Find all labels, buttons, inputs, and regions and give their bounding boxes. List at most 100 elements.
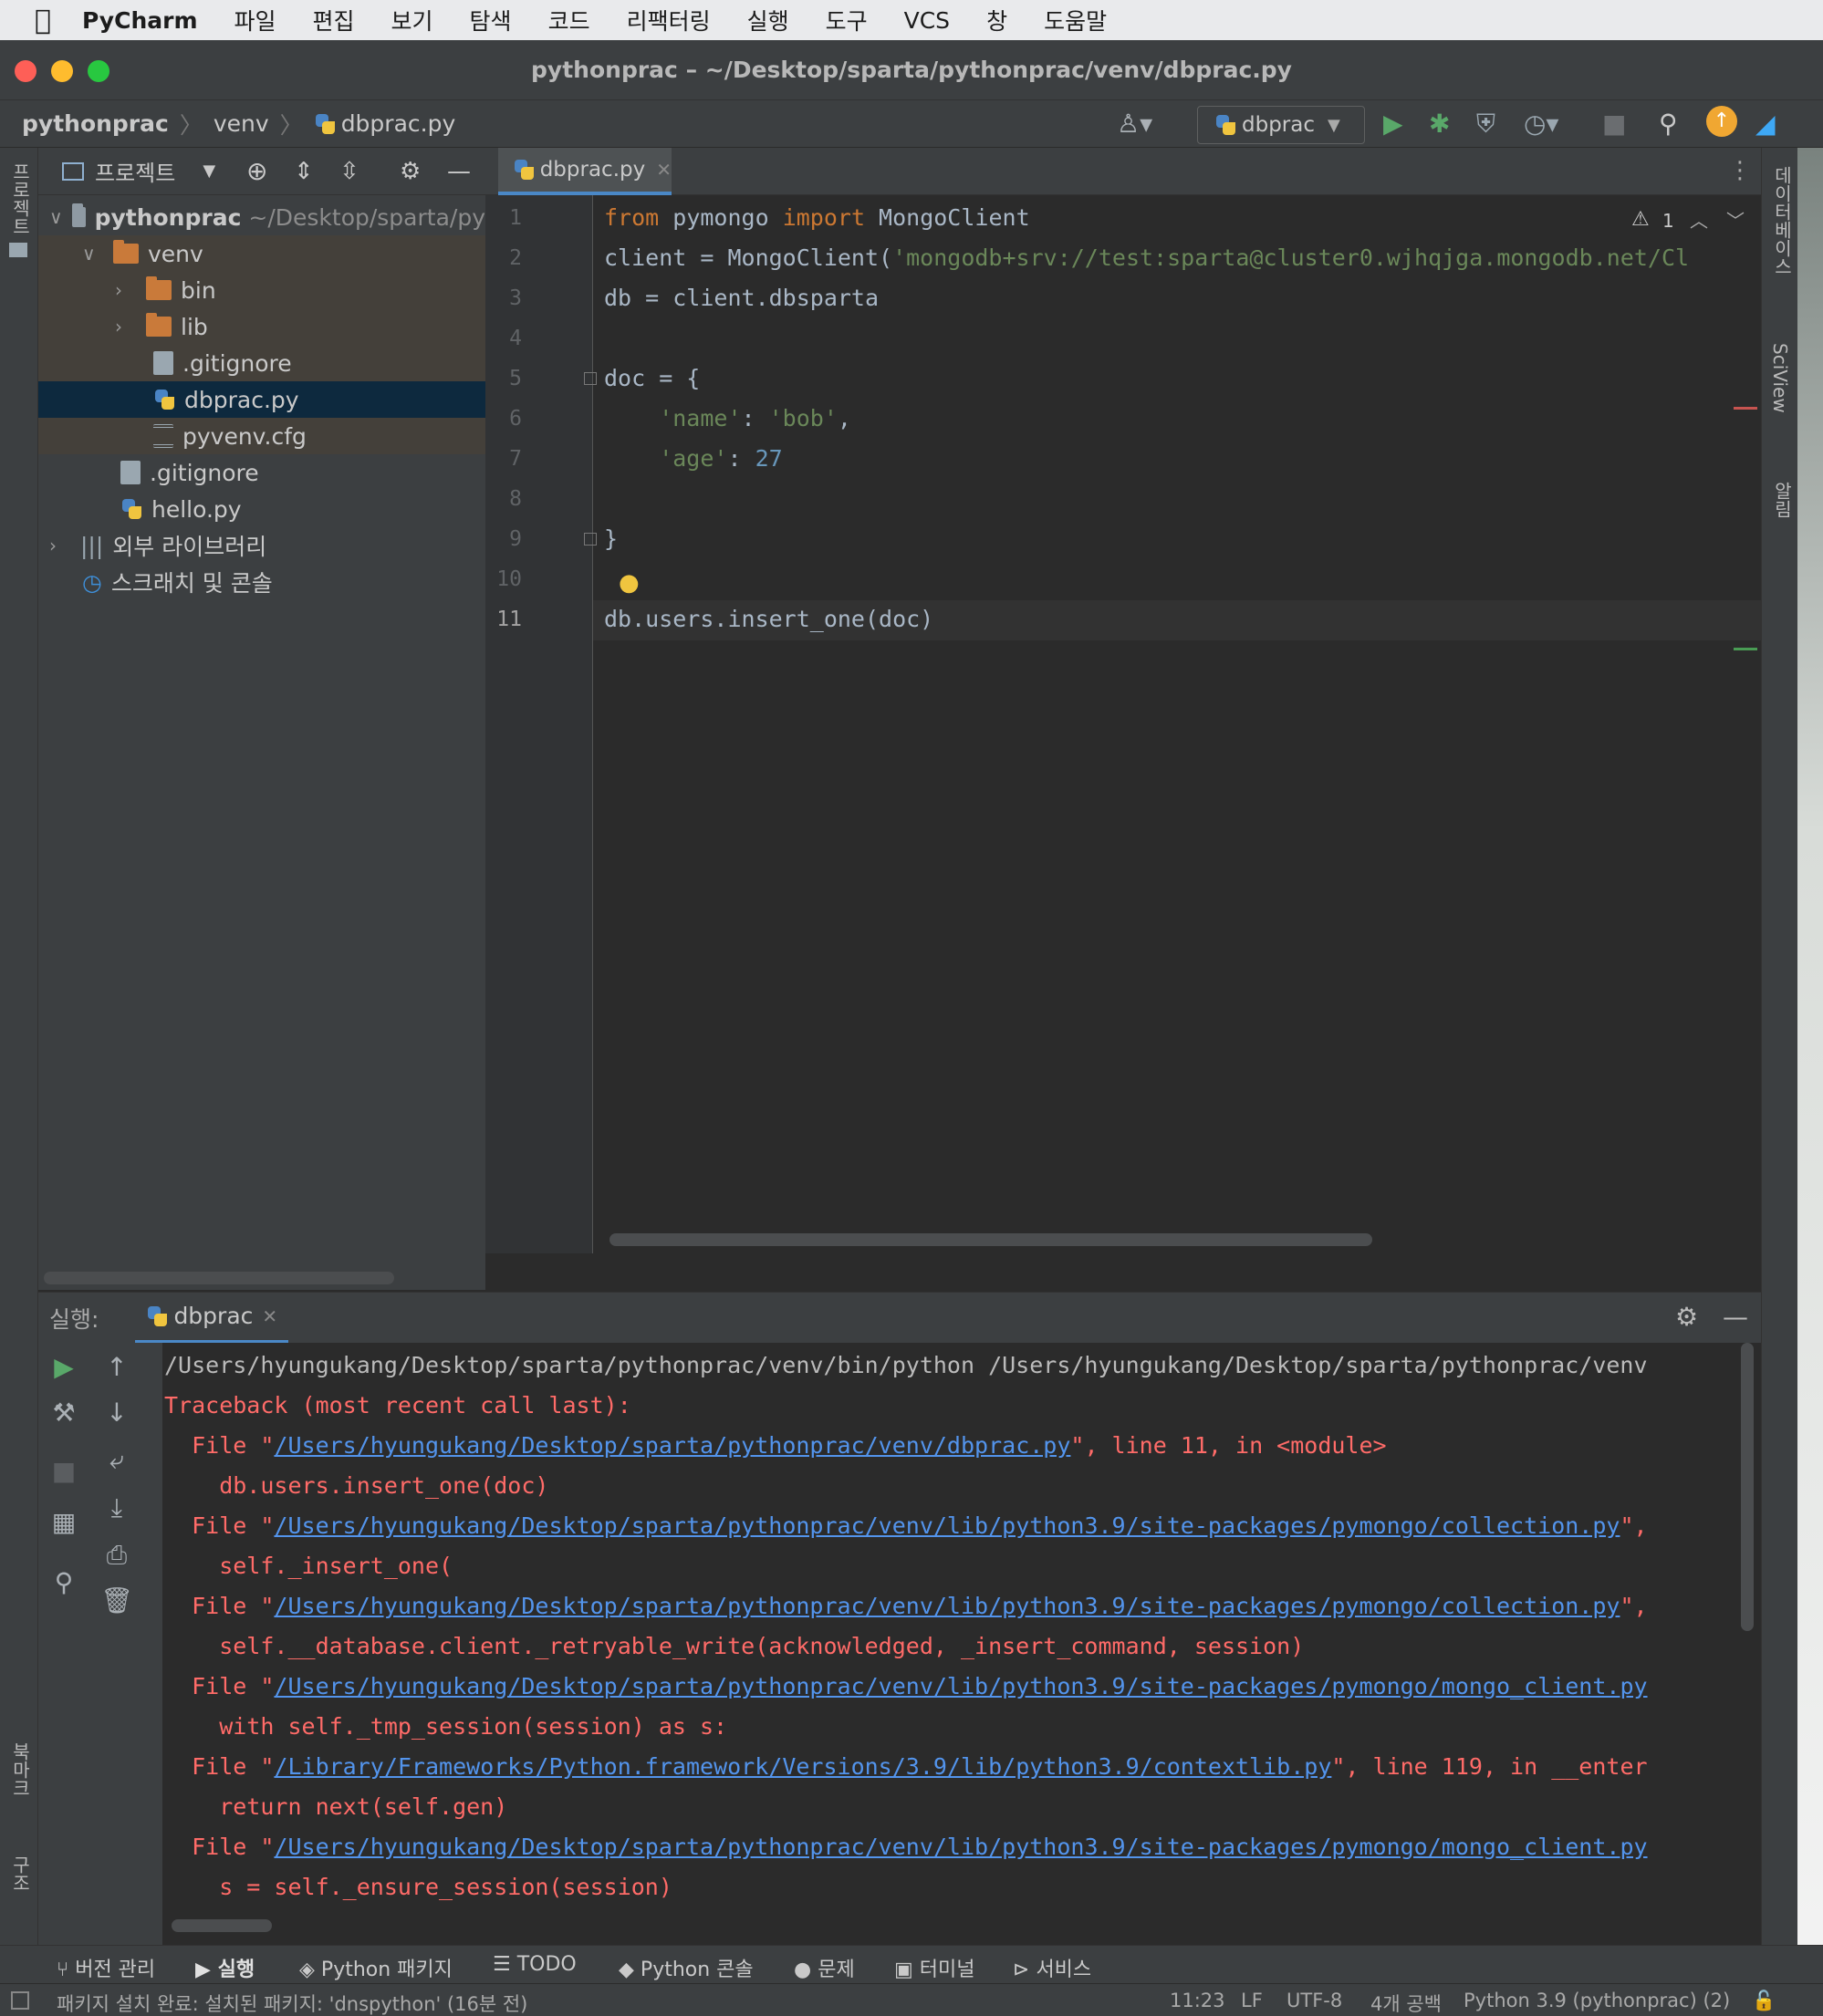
status-message[interactable]: 패키지 설치 완료: 설치된 패키지: 'dnspython' (16분 전) — [57, 1990, 527, 2016]
menu-app-name[interactable]: PyCharm — [82, 7, 197, 34]
tree-item-scratches[interactable]: ◷ 스크래치 및 콘솔 — [38, 564, 485, 600]
menu-file[interactable]: 파일 — [234, 4, 276, 36]
structure-tool-button[interactable]: 구조 — [7, 1855, 34, 1892]
run-console-output[interactable]: /Users/hyungukang/Desktop/sparta/pythonp… — [162, 1343, 1761, 1945]
trash-icon[interactable]: 🗑 — [99, 1585, 135, 1616]
console-horizontal-scrollbar[interactable] — [172, 1919, 272, 1932]
chevron-up-icon[interactable]: ︿ — [1690, 206, 1708, 233]
editor-horizontal-scrollbar[interactable] — [609, 1233, 1372, 1246]
menu-window[interactable]: 창 — [986, 4, 1007, 36]
gear-icon[interactable]: ⚙ — [400, 158, 421, 185]
scroll-to-end-icon[interactable]: ⤓ — [99, 1492, 135, 1523]
menu-refactor[interactable]: 리팩터링 — [627, 4, 711, 36]
fold-icon[interactable] — [584, 372, 597, 385]
tree-item-venv[interactable]: ∨ venv — [38, 235, 485, 272]
stop-icon[interactable]: ■ — [1602, 109, 1626, 139]
soft-wrap-icon[interactable]: ⤶ — [99, 1445, 135, 1476]
tool-window-toggle-icon[interactable] — [11, 1991, 29, 2010]
gear-icon[interactable]: ⚙ — [1675, 1302, 1698, 1332]
menu-navigate[interactable]: 탐색 — [470, 4, 512, 36]
coverage-icon[interactable]: ⛨ — [1476, 109, 1495, 139]
chevron-down-icon[interactable]: ▼ — [203, 161, 215, 181]
run-icon[interactable]: ▶ — [1383, 109, 1403, 139]
user-icon[interactable]: ♙▾ — [1117, 109, 1152, 139]
lightbulb-icon[interactable]: ● — [619, 569, 640, 597]
database-tool-button[interactable]: 데이터베이스 — [1769, 166, 1796, 275]
arrow-down-icon[interactable]: ↓ — [99, 1398, 135, 1428]
error-stripe-marker[interactable] — [1734, 407, 1757, 410]
traceback-file-link[interactable]: /Users/hyungukang/Desktop/sparta/pythonp… — [274, 1512, 1620, 1539]
line-separator[interactable]: LF — [1241, 1990, 1263, 2011]
tree-item-hello[interactable]: hello.py — [38, 491, 485, 527]
menu-code[interactable]: 코드 — [548, 4, 590, 36]
fold-icon[interactable] — [584, 533, 597, 546]
breadcrumb-file[interactable]: dbprac.py — [341, 110, 456, 137]
project-horizontal-scrollbar[interactable] — [44, 1272, 394, 1284]
minimize-window-button[interactable] — [51, 60, 73, 82]
tab-python-packages[interactable]: ◈ Python 패키지 — [299, 1953, 453, 1982]
close-icon[interactable]: ✕ — [262, 1305, 277, 1327]
search-icon[interactable]: ⚲ — [1659, 109, 1678, 139]
hide-panel-icon[interactable]: — — [1723, 1302, 1748, 1332]
wrench-icon[interactable]: ⚒ — [46, 1398, 82, 1428]
warning-icon[interactable]: ⚠ — [1631, 208, 1650, 231]
jetbrains-logo-icon[interactable]: ◢ — [1755, 109, 1776, 139]
sciview-tool-button[interactable]: SciView — [1769, 343, 1791, 413]
menu-view[interactable]: 보기 — [391, 4, 433, 36]
tree-item-lib[interactable]: › lib — [38, 308, 485, 345]
stop-icon[interactable]: ■ — [46, 1456, 82, 1486]
project-panel-title[interactable]: 프로젝트 — [95, 155, 175, 187]
locate-icon[interactable]: ⊕ — [246, 156, 267, 186]
code-editor[interactable]: 1 2 3 4 5 6 7 8 9 10 11 ● from pymongo i… — [485, 195, 1761, 1253]
layout-icon[interactable]: ▦ — [46, 1507, 82, 1537]
menu-tools[interactable]: 도구 — [826, 4, 868, 36]
tree-item-external-libraries[interactable]: › ||| 외부 라이브러리 — [38, 527, 485, 564]
menu-help[interactable]: 도움말 — [1044, 4, 1107, 36]
file-encoding[interactable]: UTF-8 — [1287, 1990, 1342, 2011]
tree-item-bin[interactable]: › bin — [38, 272, 485, 308]
apple-menu-icon[interactable]:  — [35, 5, 51, 36]
tab-terminal[interactable]: ▣ 터미널 — [894, 1953, 975, 1982]
breadcrumb-project[interactable]: pythonprac — [22, 110, 169, 137]
tab-dbprac[interactable]: dbprac.py ✕ — [498, 148, 672, 195]
profile-icon[interactable]: ◷▾ — [1524, 109, 1559, 139]
pin-icon[interactable]: ⚲ — [46, 1567, 82, 1597]
notifications-tool-button[interactable]: 알림 — [1769, 482, 1796, 518]
tree-item-pyvenv-cfg[interactable]: pyvenv.cfg — [38, 418, 485, 454]
rerun-icon[interactable]: ▶ — [46, 1352, 82, 1382]
tree-item-root[interactable]: ∨ pythonprac ~/Desktop/sparta/py — [38, 199, 485, 235]
arrow-up-icon[interactable]: ↑ — [99, 1352, 135, 1382]
zoom-window-button[interactable] — [88, 60, 109, 82]
tab-todo[interactable]: ☰ TODO — [493, 1953, 577, 1976]
traceback-file-link[interactable]: /Users/hyungukang/Desktop/sparta/pythonp… — [274, 1593, 1620, 1619]
traceback-file-link[interactable]: /Library/Frameworks/Python.framework/Ver… — [274, 1753, 1331, 1780]
more-options-icon[interactable]: ⋮ — [1728, 157, 1752, 184]
change-stripe-marker[interactable] — [1734, 648, 1757, 650]
close-icon[interactable]: ✕ — [656, 159, 672, 181]
tree-item-gitignore-venv[interactable]: .gitignore — [38, 345, 485, 381]
menu-vcs[interactable]: VCS — [904, 7, 950, 34]
console-vertical-scrollbar[interactable] — [1741, 1343, 1754, 1631]
traceback-file-link[interactable]: /Users/hyungukang/Desktop/sparta/pythonp… — [274, 1432, 1070, 1459]
chevron-down-icon[interactable]: ﹀ — [1726, 206, 1745, 233]
tab-version-control[interactable]: ⑂ 버전 관리 — [57, 1953, 155, 1982]
project-tool-button[interactable]: 프로젝트 — [7, 162, 34, 235]
python-interpreter[interactable]: Python 3.9 (pythonprac) (2) — [1464, 1990, 1730, 2011]
expand-all-icon[interactable]: ⇕ — [294, 158, 314, 185]
update-icon[interactable]: ↑ — [1706, 106, 1737, 137]
indent-setting[interactable]: 4개 공백 — [1370, 1990, 1442, 2016]
hide-panel-icon[interactable]: — — [447, 158, 471, 185]
tab-run[interactable]: ▶ 실행 — [195, 1953, 255, 1982]
menu-run[interactable]: 실행 — [747, 4, 789, 36]
menu-edit[interactable]: 편집 — [313, 4, 355, 36]
bookmarks-tool-button[interactable]: 북마크 — [7, 1742, 34, 1797]
print-icon[interactable]: ⎙ — [99, 1540, 135, 1571]
lock-icon[interactable]: 🔓 — [1752, 1990, 1776, 2012]
traceback-file-link[interactable]: /Users/hyungukang/Desktop/sparta/pythonp… — [274, 1834, 1647, 1860]
tree-item-gitignore-root[interactable]: .gitignore — [38, 454, 485, 491]
traceback-file-link[interactable]: /Users/hyungukang/Desktop/sparta/pythonp… — [274, 1673, 1647, 1699]
tab-python-console[interactable]: ◆ Python 콘솔 — [619, 1953, 754, 1982]
breadcrumb-folder[interactable]: venv — [214, 110, 269, 137]
tree-item-dbprac[interactable]: dbprac.py — [38, 381, 485, 418]
tab-problems[interactable]: ● 문제 — [794, 1953, 855, 1982]
